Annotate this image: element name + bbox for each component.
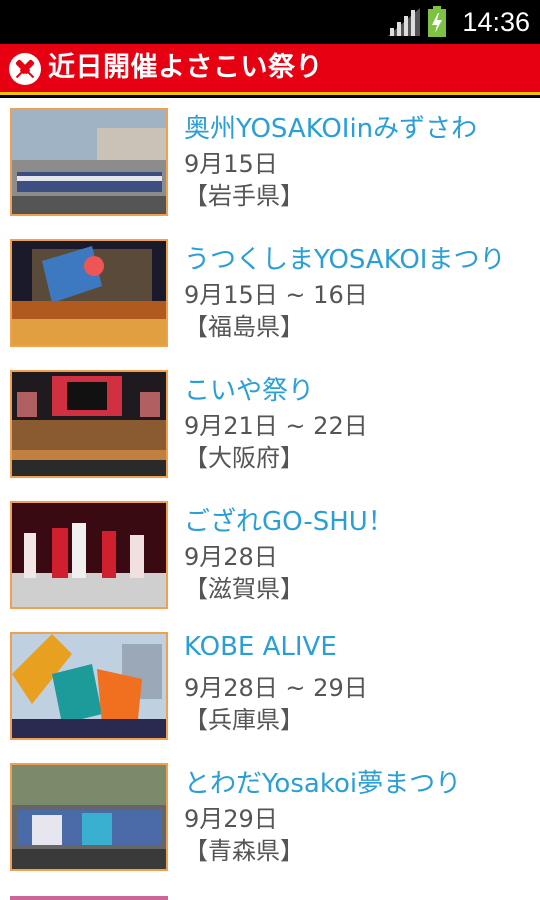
event-item[interactable]: こいや祭り 9月21日 ~ 22日 【大阪府】 (0, 360, 540, 491)
event-title: ござれGO-SHU！ (184, 507, 394, 537)
event-date: 9月28日 ~ 29日 (184, 674, 368, 702)
event-title: とわだYosakoi夢まつり (184, 769, 462, 799)
event-prefecture: 【大阪府】 (184, 444, 304, 472)
event-prefecture: 【岩手県】 (184, 182, 304, 210)
event-item[interactable]: とわだYosakoi夢まつり 9月29日 【青森県】 (0, 753, 540, 884)
event-item[interactable]: KOBE ALIVE 9月28日 ~ 29日 【兵庫県】 (0, 622, 540, 753)
battery-charging-icon (428, 6, 446, 37)
event-date: 9月15日 (184, 150, 278, 178)
event-prefecture: 【福島県】 (184, 313, 304, 341)
event-title: KOBE ALIVE (184, 632, 337, 662)
event-thumbnail (10, 632, 168, 740)
event-thumbnail (10, 763, 168, 871)
app-title: 近日開催よさこい祭り (48, 52, 323, 83)
header-banner: 近日開催よさこい祭り (0, 44, 540, 92)
status-time: 14:36 (462, 7, 530, 37)
event-prefecture: 【滋賀県】 (184, 575, 304, 603)
event-date: 9月29日 (184, 805, 278, 833)
event-date: 9月15日 ~ 16日 (184, 281, 368, 309)
event-date: 9月28日 (184, 543, 278, 571)
event-prefecture: 【青森県】 (184, 837, 304, 865)
event-item[interactable]: 奥州YOSAKOIinみずさわ 9月15日 【岩手県】 (0, 98, 540, 229)
event-item[interactable]: うつくしまYOSAKOIまつり 9月15日 ~ 16日 【福島県】 (0, 229, 540, 360)
event-thumbnail (10, 108, 168, 216)
event-thumbnail (10, 501, 168, 609)
status-bar: 14:36 (0, 0, 540, 42)
header-divider (0, 92, 540, 95)
event-date: 9月21日 ~ 22日 (184, 412, 368, 440)
naruko-clapper-icon (9, 53, 41, 85)
event-title: うつくしまYOSAKOIまつり (184, 245, 506, 275)
signal-icon (388, 8, 420, 36)
event-thumbnail (10, 239, 168, 347)
event-thumbnail (10, 370, 168, 478)
event-prefecture: 【兵庫県】 (184, 706, 304, 734)
event-title: こいや祭り (184, 376, 315, 406)
event-thumbnail-partial (10, 896, 168, 900)
event-item[interactable]: ござれGO-SHU！ 9月28日 【滋賀県】 (0, 491, 540, 622)
event-title: 奥州YOSAKOIinみずさわ (184, 114, 478, 144)
app-header: 近日開催よさこい祭り (0, 42, 540, 98)
